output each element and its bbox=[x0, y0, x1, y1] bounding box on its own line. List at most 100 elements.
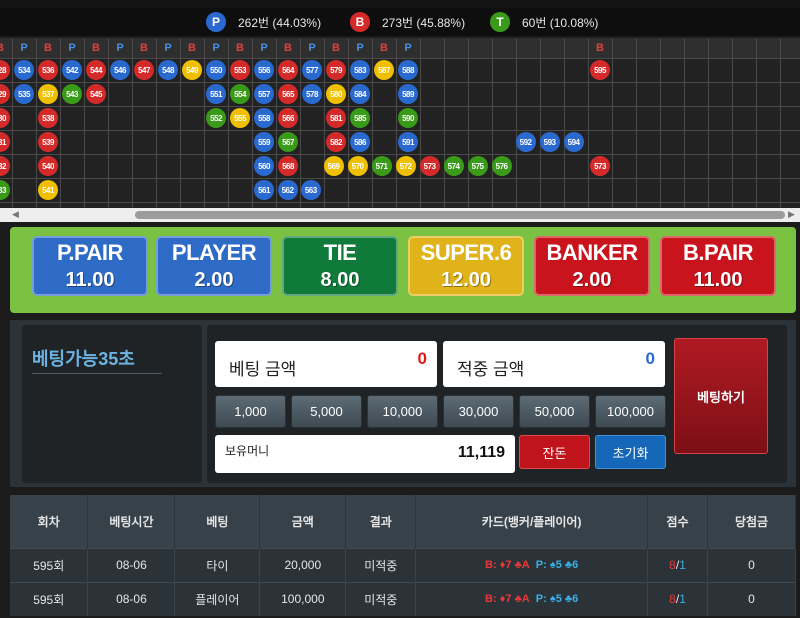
road-ball: 585 bbox=[350, 108, 370, 128]
tie-stat: T 60번 (10.08%) bbox=[490, 12, 598, 32]
bet-ppair-button[interactable]: P.PAIR 11.00 bbox=[32, 236, 148, 296]
row-cards: B: ♦7 ♣A P: ♠5 ♣6 bbox=[415, 547, 649, 582]
road-ball: 586 bbox=[350, 132, 370, 152]
grid-line bbox=[180, 38, 181, 208]
bet-tie-button[interactable]: TIE 8.00 bbox=[282, 236, 398, 296]
grid-line bbox=[564, 38, 565, 208]
chip-10000-button[interactable]: 10,000 bbox=[367, 395, 438, 428]
road-header-letter: P bbox=[68, 42, 76, 54]
bet-bpair-odds: 11.00 bbox=[693, 269, 743, 291]
row-round: 595회 bbox=[10, 581, 89, 616]
grid-line bbox=[660, 38, 661, 208]
row-time: 08-06 bbox=[87, 581, 176, 616]
road-ball: 536 bbox=[38, 60, 58, 80]
video-strip bbox=[0, 0, 800, 8]
grid-line bbox=[300, 38, 301, 208]
row-round: 595회 bbox=[10, 547, 89, 582]
banker-score: 8 bbox=[669, 558, 676, 572]
row-amount: 20,000 bbox=[259, 547, 347, 582]
grid-line bbox=[396, 38, 397, 208]
bead-road-grid[interactable]: BPBPBPBPBPBPBPBPBPB528529530531532533534… bbox=[0, 38, 800, 208]
road-ball: 559 bbox=[254, 132, 274, 152]
road-ball: 537 bbox=[38, 84, 58, 104]
betting-area: 베팅가능35초 베팅 금액 0 적중 금액 0 1,000 5,000 10,0… bbox=[10, 320, 796, 487]
row-bet: 플레이어 bbox=[174, 581, 261, 616]
scroll-right-icon[interactable]: ▶ bbox=[788, 209, 795, 220]
chip-30000-button[interactable]: 30,000 bbox=[443, 395, 514, 428]
road-ball: 564 bbox=[278, 60, 298, 80]
scroll-left-icon[interactable]: ◀ bbox=[12, 209, 19, 220]
road-ball: 593 bbox=[539, 132, 560, 152]
bet-bpair-button[interactable]: B.PAIR 11.00 bbox=[660, 236, 776, 296]
road-ball: 532 bbox=[0, 156, 10, 176]
chip-1000-button[interactable]: 1,000 bbox=[215, 395, 286, 428]
grid-line bbox=[756, 38, 757, 208]
grid-line bbox=[108, 38, 109, 208]
road-ball: 533 bbox=[0, 180, 10, 200]
player-badge: P bbox=[206, 12, 226, 32]
reset-button[interactable]: 초기화 bbox=[595, 435, 666, 469]
bet-bpair-name: B.PAIR bbox=[683, 240, 753, 265]
road-ball: 570 bbox=[347, 156, 368, 176]
grid-line bbox=[204, 38, 205, 208]
grid-line bbox=[444, 38, 445, 208]
road-ball: 578 bbox=[302, 84, 322, 104]
road-ball: 539 bbox=[38, 132, 58, 152]
grid-line bbox=[36, 38, 37, 208]
road-ball: 562 bbox=[277, 180, 298, 200]
banker-cards: B: ♦7 ♣A bbox=[485, 593, 530, 606]
road-ball: 587 bbox=[374, 60, 394, 80]
banker-badge: B bbox=[350, 12, 370, 32]
bet-super6-odds: 12.00 bbox=[440, 269, 492, 291]
road-ball: 534 bbox=[14, 60, 34, 80]
road-ball: 590 bbox=[398, 108, 418, 128]
road-ball: 529 bbox=[0, 84, 10, 104]
place-bet-button[interactable]: 베팅하기 bbox=[674, 338, 768, 454]
road-ball: 542 bbox=[62, 60, 82, 80]
chip-50000-button[interactable]: 50,000 bbox=[519, 395, 590, 428]
road-ball: 581 bbox=[326, 108, 346, 128]
bet-player-button[interactable]: PLAYER 2.00 bbox=[156, 236, 272, 296]
grid-line bbox=[708, 38, 709, 208]
road-ball: 574 bbox=[443, 156, 464, 176]
horizontal-scrollbar[interactable]: ◀ ▶ bbox=[0, 208, 800, 222]
road-ball: 541 bbox=[38, 180, 58, 200]
road-header-letter: B bbox=[284, 42, 292, 54]
win-amount-value: 0 bbox=[645, 349, 655, 368]
road-ball: 545 bbox=[86, 84, 106, 104]
col-bet-time: 베팅시간 bbox=[87, 495, 176, 548]
road-ball: 549 bbox=[182, 60, 202, 80]
col-result: 결과 bbox=[345, 495, 417, 548]
bet-banker-button[interactable]: BANKER 2.00 bbox=[534, 236, 650, 296]
col-cards: 카드(뱅커/플레이어) bbox=[415, 495, 649, 548]
scrollbar-thumb[interactable] bbox=[135, 211, 785, 219]
bet-history-table: 회차 베팅시간 베팅 금액 결과 카드(뱅커/플레이어) 점수 당첨금 595회… bbox=[10, 495, 796, 616]
road-ball: 572 bbox=[395, 156, 416, 176]
road-ball: 569 bbox=[323, 156, 344, 176]
row-payout: 0 bbox=[707, 547, 796, 582]
bet-amount-label: 베팅 금액 bbox=[229, 360, 297, 379]
betting-timer: 베팅가능35초 bbox=[32, 349, 135, 369]
grid-line bbox=[0, 178, 800, 179]
bet-super6-button[interactable]: SUPER.6 12.00 bbox=[408, 236, 524, 296]
grid-line bbox=[780, 38, 781, 208]
row-score: 8/1 bbox=[647, 581, 708, 616]
road-header-letter: P bbox=[116, 42, 124, 54]
road-ball: 530 bbox=[0, 108, 10, 128]
bet-tie-odds: 8.00 bbox=[320, 269, 360, 291]
bet-amount-field: 베팅 금액 0 bbox=[215, 341, 437, 387]
change-button[interactable]: 잔돈 bbox=[519, 435, 590, 469]
chip-5000-button[interactable]: 5,000 bbox=[291, 395, 362, 428]
grid-line bbox=[0, 106, 800, 107]
bet-ppair-odds: 11.00 bbox=[65, 269, 115, 291]
grid-line bbox=[636, 38, 637, 208]
bet-super6-name: SUPER.6 bbox=[420, 240, 512, 265]
road-header-letter: P bbox=[20, 42, 28, 54]
col-score: 점수 bbox=[647, 495, 708, 548]
chip-100000-button[interactable]: 100,000 bbox=[595, 395, 666, 428]
bet-tie-name: TIE bbox=[323, 240, 357, 265]
grid-line bbox=[588, 38, 589, 208]
road-ball: 588 bbox=[398, 60, 418, 80]
road-ball: 580 bbox=[326, 84, 346, 104]
road-ball: 543 bbox=[62, 84, 82, 104]
